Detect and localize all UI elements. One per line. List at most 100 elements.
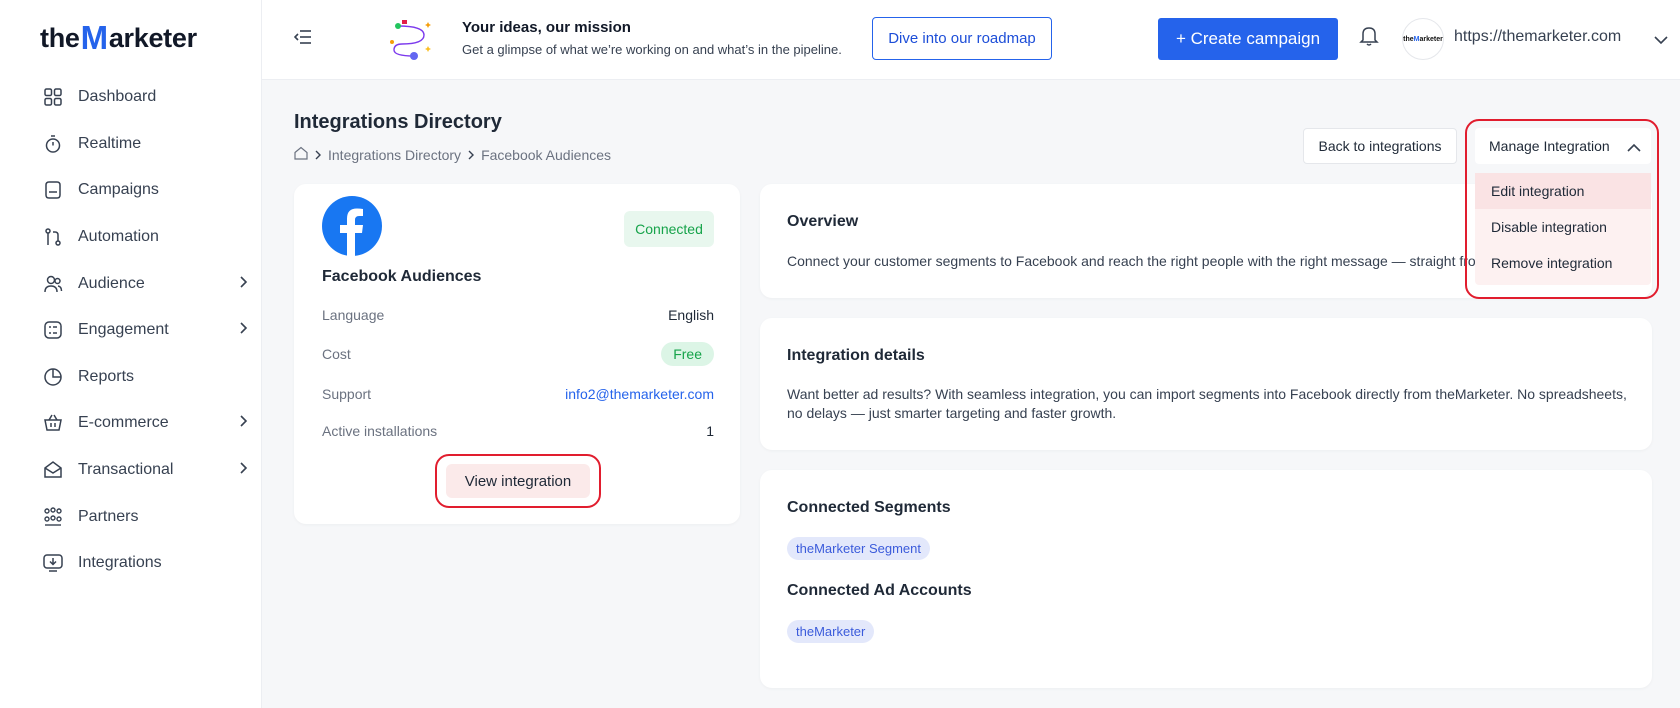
chevron-right-icon <box>314 147 322 163</box>
promo-subtitle: Get a glimpse of what we’re working on a… <box>462 42 842 57</box>
sidebar-nav: Dashboard Realtime Campaigns Automation … <box>0 74 262 587</box>
chevron-right-icon <box>238 321 248 339</box>
sidebar-item-campaigns[interactable]: Campaigns <box>0 167 262 214</box>
home-icon[interactable] <box>294 146 308 163</box>
sidebar-item-label: Audience <box>78 274 145 292</box>
roadmap-illustration-icon <box>388 16 434 60</box>
status-badge: Connected <box>624 211 714 247</box>
installations-value: 1 <box>706 423 714 439</box>
chevron-right-icon <box>238 414 248 432</box>
topbar: Your ideas, our mission Get a glimpse of… <box>262 0 1680 80</box>
sidebar-item-integrations[interactable]: Integrations <box>0 540 262 587</box>
overview-text: Connect your customer segments to Facebo… <box>787 253 1499 269</box>
overview-title: Overview <box>787 213 859 230</box>
integration-name: Facebook Audiences <box>322 268 482 285</box>
sidebar-item-audience[interactable]: Audience <box>0 260 262 307</box>
manage-integration-button[interactable]: Manage Integration <box>1475 128 1651 164</box>
basket-icon <box>42 412 64 434</box>
support-row: Support info2@themarketer.com <box>322 386 714 402</box>
chevron-right-icon <box>467 147 475 163</box>
sidebar-item-dashboard[interactable]: Dashboard <box>0 74 262 121</box>
campaign-icon <box>42 179 64 201</box>
view-integration-button[interactable]: View integration <box>446 464 590 498</box>
sidebar-item-transactional[interactable]: Transactional <box>0 447 262 494</box>
chevron-right-icon <box>238 275 248 293</box>
sidebar-item-realtime[interactable]: Realtime <box>0 121 262 168</box>
sidebar-item-engagement[interactable]: Engagement <box>0 307 262 354</box>
logo-text-the: the <box>40 23 80 53</box>
sidebar-item-reports[interactable]: Reports <box>0 354 262 401</box>
disable-integration-menu-item[interactable]: Disable integration <box>1475 209 1651 245</box>
logo-text-m: M <box>80 19 109 56</box>
account-url[interactable]: https://themarketer.com <box>1454 28 1621 46</box>
manage-integration-menu: Edit integration Disable integration Rem… <box>1475 173 1651 285</box>
page-title: Integrations Directory <box>294 111 502 133</box>
language-label: Language <box>322 307 385 323</box>
create-campaign-button[interactable]: + Create campaign <box>1158 18 1338 60</box>
promo-title: Your ideas, our mission <box>462 19 631 36</box>
integration-details-card: Integration details Want better ad resul… <box>760 318 1652 450</box>
sidebar-item-label: Campaigns <box>78 181 159 199</box>
engagement-icon <box>42 319 64 341</box>
breadcrumb: Integrations Directory Facebook Audience… <box>294 146 611 163</box>
sidebar-item-partners[interactable]: Partners <box>0 493 262 540</box>
cost-label: Cost <box>322 346 351 362</box>
view-integration-highlight: View integration <box>435 454 601 508</box>
breadcrumb-facebook-audiences[interactable]: Facebook Audiences <box>481 147 611 163</box>
connected-segments-title: Connected Segments <box>787 499 951 516</box>
cost-row: Cost Free <box>322 342 714 366</box>
sidebar-item-label: Dashboard <box>78 88 157 106</box>
support-label: Support <box>322 386 372 402</box>
audience-icon <box>42 273 64 295</box>
grid-icon <box>42 86 64 108</box>
sidebar-item-label: Transactional <box>78 461 174 479</box>
integration-details-text: Want better ad results? With seamless in… <box>787 386 1627 421</box>
sidebar-item-label: Integrations <box>78 554 162 572</box>
integration-summary-card: Connected Facebook Audiences Language En… <box>294 184 740 524</box>
bell-icon[interactable] <box>1359 25 1381 49</box>
sidebar-item-label: Partners <box>78 507 139 525</box>
sidebar-item-automation[interactable]: Automation <box>0 214 262 261</box>
cost-badge: Free <box>661 342 714 366</box>
avatar-text-rest: arketer <box>1419 35 1443 43</box>
support-email-link[interactable]: info2@themarketer.com <box>565 386 714 402</box>
partners-icon <box>42 506 64 528</box>
language-value: English <box>668 307 714 323</box>
integrations-icon <box>42 552 64 574</box>
chevron-down-icon[interactable] <box>1654 32 1668 50</box>
sidebar-collapse-icon[interactable] <box>293 28 316 50</box>
roadmap-button[interactable]: Dive into our roadmap <box>872 17 1052 60</box>
connected-card: Connected Segments theMarketer Segment C… <box>760 470 1652 688</box>
sidebar: the Marketer Dashboard Realtime Campaigns… <box>0 0 262 708</box>
integration-details-title: Integration details <box>787 347 925 364</box>
breadcrumb-integrations-directory[interactable]: Integrations Directory <box>328 147 461 163</box>
sidebar-item-label: Realtime <box>78 134 142 152</box>
manage-integration-highlight: Manage Integration Edit integration Disa… <box>1465 119 1659 299</box>
chevron-up-icon <box>1627 140 1641 156</box>
ad-account-chip[interactable]: theMarketer <box>787 620 875 643</box>
account-avatar[interactable]: the Marketer <box>1402 18 1444 60</box>
pie-chart-icon <box>42 366 64 388</box>
sidebar-item-label: Automation <box>78 228 159 246</box>
sidebar-item-label: E-commerce <box>78 414 169 432</box>
manage-integration-label: Manage Integration <box>1489 138 1610 154</box>
facebook-logo-icon <box>322 196 382 256</box>
back-to-integrations-button[interactable]: Back to integrations <box>1303 128 1457 164</box>
segment-chip[interactable]: theMarketer Segment <box>787 537 931 560</box>
chevron-right-icon <box>238 461 248 479</box>
avatar-text-the: the <box>1403 35 1414 43</box>
connected-ad-accounts-title: Connected Ad Accounts <box>787 582 972 599</box>
language-row: Language English <box>322 307 714 323</box>
sidebar-item-ecommerce[interactable]: E-commerce <box>0 400 262 447</box>
edit-integration-menu-item[interactable]: Edit integration <box>1475 173 1651 209</box>
envelope-icon <box>42 459 64 481</box>
sidebar-item-label: Engagement <box>78 321 169 339</box>
logo-text-rest: arketer <box>108 23 197 53</box>
installations-row: Active installations 1 <box>322 423 714 439</box>
brand-logo[interactable]: the Marketer <box>40 14 197 54</box>
installations-label: Active installations <box>322 423 438 439</box>
sidebar-item-label: Reports <box>78 367 135 385</box>
stopwatch-icon <box>42 133 64 155</box>
remove-integration-menu-item[interactable]: Remove integration <box>1475 245 1651 281</box>
automation-icon <box>42 226 64 248</box>
